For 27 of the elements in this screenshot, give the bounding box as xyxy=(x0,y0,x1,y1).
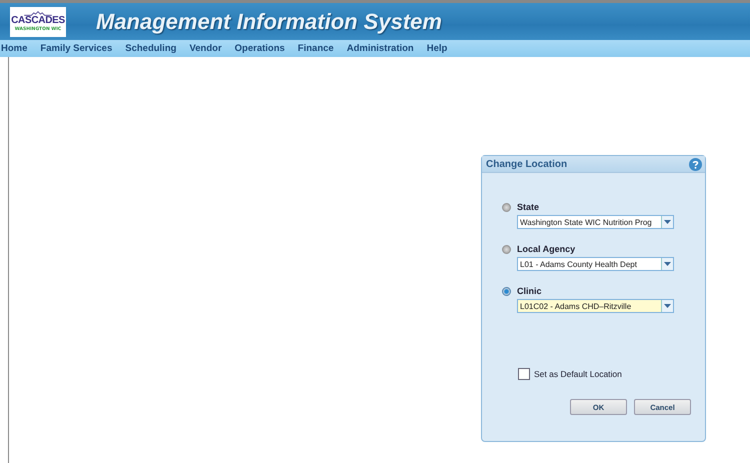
location-dropdown[interactable]: Washington State WIC Nutrition Prog xyxy=(517,215,674,229)
checkbox-label: Set as Default Location xyxy=(534,369,622,379)
menu-item[interactable]: Finance xyxy=(298,43,334,54)
caret-icon xyxy=(661,300,673,312)
caret-icon xyxy=(661,216,673,228)
menu-item[interactable]: Vendor xyxy=(189,43,222,54)
option-label: State xyxy=(517,202,540,212)
radio-button[interactable] xyxy=(502,203,511,212)
logo-title: CASCADES xyxy=(11,16,65,26)
menu-item[interactable]: Home xyxy=(1,43,28,54)
app-title: Management Information System xyxy=(96,8,442,34)
option-label: Local Agency xyxy=(517,244,576,254)
dialog-title: Change Location xyxy=(486,158,568,170)
menu-item[interactable]: Administration xyxy=(346,43,414,54)
checkbox[interactable] xyxy=(518,368,530,380)
radio-button[interactable] xyxy=(502,245,511,254)
location-dropdown[interactable]: L01C02 - Adams CHD–Ritzville xyxy=(517,299,674,313)
location-dropdown[interactable]: L01 - Adams County Health Dept xyxy=(517,257,674,271)
option-label: Clinic xyxy=(517,286,543,296)
caret-icon xyxy=(661,258,673,270)
mountain-icon xyxy=(23,10,53,16)
radio-button[interactable] xyxy=(502,287,511,296)
menu-item[interactable]: Help xyxy=(426,43,448,54)
menu-item[interactable]: Scheduling xyxy=(125,43,176,54)
menu-item[interactable]: Family Services xyxy=(40,43,112,54)
menu-item[interactable]: Operations xyxy=(234,43,285,54)
help-icon[interactable] xyxy=(689,158,702,170)
